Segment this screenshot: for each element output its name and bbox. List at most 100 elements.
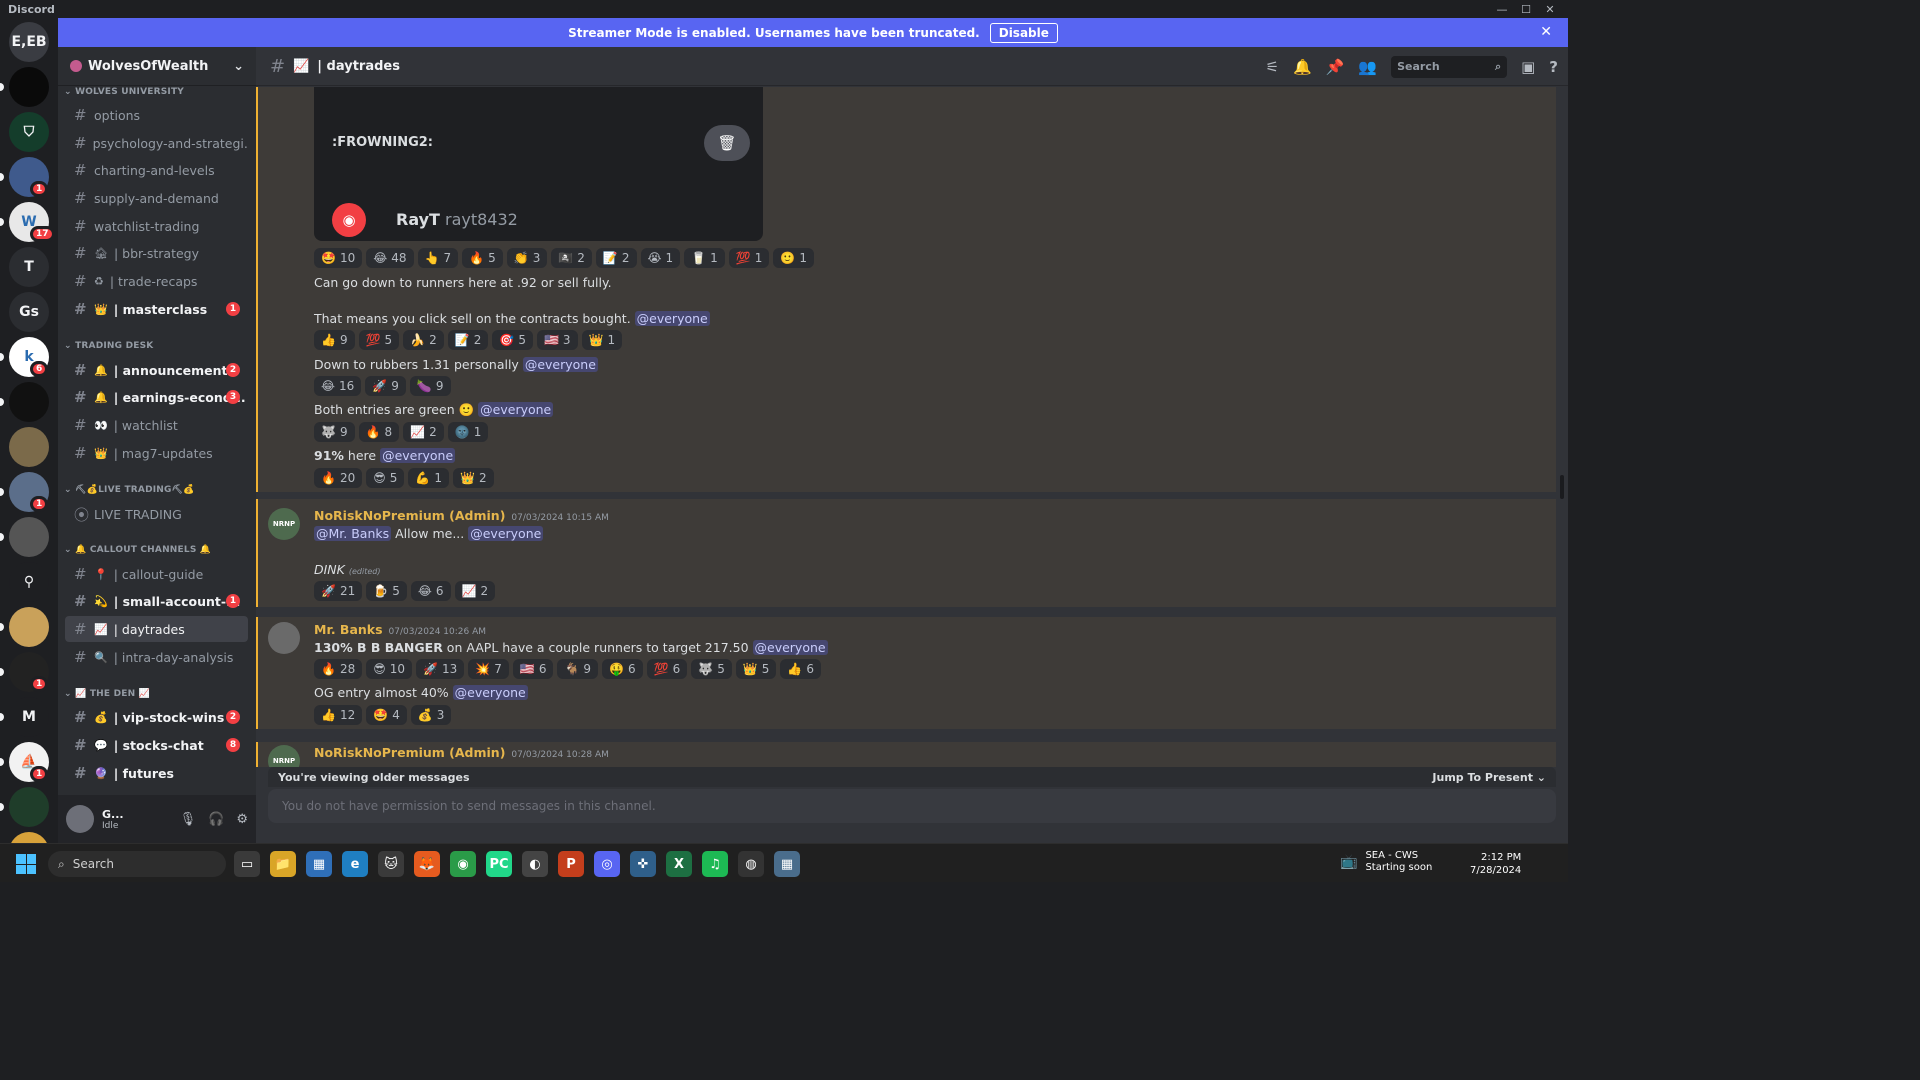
reaction-button[interactable]: 📝 2 — [595, 248, 637, 268]
server-icon[interactable] — [9, 832, 49, 843]
reaction-button[interactable]: 👑 5 — [735, 659, 777, 679]
close-banner-icon[interactable]: ✕ — [1540, 24, 1552, 40]
channel-category[interactable]: ⌄ ⛏💰LIVE TRADING⛏💰 — [58, 485, 256, 495]
taskbar-app-icon[interactable]: ◐ — [522, 851, 548, 877]
minimize-button[interactable]: — — [1490, 0, 1514, 18]
server-icon[interactable]: M — [9, 697, 49, 737]
everyone-mention[interactable]: @everyone — [752, 640, 828, 655]
reaction-button[interactable]: 😎 10 — [366, 659, 413, 679]
reaction-button[interactable]: 🚀 21 — [314, 581, 363, 601]
taskbar-app-icon[interactable]: ◉ — [450, 851, 476, 877]
taskbar-app-icon[interactable]: X — [666, 851, 692, 877]
gear-icon[interactable]: ⚙ — [236, 812, 248, 827]
reaction-button[interactable]: 👍 9 — [314, 330, 355, 350]
reaction-button[interactable]: 😂 16 — [314, 376, 362, 396]
reaction-button[interactable]: 🔥 8 — [358, 422, 400, 442]
reaction-button[interactable]: 💥 7 — [468, 659, 509, 679]
threads-icon[interactable]: ⚟ — [1266, 58, 1279, 76]
channel-category[interactable]: ⌄ WOLVES UNIVERSITY — [58, 87, 256, 97]
channel-futures[interactable]: # 🔮 | futures — [65, 760, 248, 786]
avatar[interactable] — [268, 622, 300, 654]
reaction-button[interactable]: 🎯 5 — [492, 330, 533, 350]
taskbar-app-icon[interactable]: ▦ — [306, 851, 332, 877]
channel-live-trading[interactable]: ⦿ LIVE TRADING — [65, 501, 248, 527]
reaction-button[interactable]: 👍 12 — [314, 705, 363, 725]
help-icon[interactable]: ? — [1549, 58, 1558, 76]
channel-stocks-chat[interactable]: # 💬 | stocks-chat 8 — [65, 732, 248, 758]
everyone-mention[interactable]: @everyone — [452, 685, 528, 700]
trash-icon[interactable]: 🗑 — [704, 125, 750, 161]
server-icon[interactable] — [9, 607, 49, 647]
weather-widget[interactable]: 📺 SEA - CWS Starting soon — [1340, 850, 1432, 874]
start-button[interactable] — [16, 854, 36, 874]
reaction-button[interactable]: 👆 7 — [417, 248, 459, 268]
bell-icon[interactable]: 🔔 — [1293, 58, 1312, 76]
channel-earnings-econo[interactable]: # 🔔 | earnings-econo... 3 — [65, 384, 248, 410]
reaction-button[interactable]: 🚀 9 — [365, 376, 406, 396]
reaction-button[interactable]: 💯 5 — [358, 330, 400, 350]
channel-options[interactable]: # options — [65, 102, 248, 128]
reaction-button[interactable]: 👑 1 — [581, 330, 623, 350]
reaction-button[interactable]: 👍 6 — [780, 659, 822, 679]
reaction-button[interactable]: 🔥 20 — [314, 468, 363, 488]
avatar[interactable] — [66, 805, 94, 833]
taskbar-app-icon[interactable]: 🦊 — [414, 851, 440, 877]
server-icon[interactable] — [9, 787, 49, 827]
everyone-mention[interactable]: @everyone — [522, 357, 598, 372]
reaction-button[interactable]: 🏴‍☠️ 2 — [551, 248, 592, 268]
maximize-button[interactable]: ☐ — [1514, 0, 1538, 18]
members-icon[interactable]: 👥 — [1358, 58, 1377, 76]
reaction-button[interactable]: 📈 2 — [454, 581, 496, 601]
taskbar-app-icon[interactable]: ✜ — [630, 851, 656, 877]
channel-small-account[interactable]: # 💫 | small-account-... 1 — [65, 588, 248, 614]
reaction-button[interactable]: 🤑 6 — [602, 659, 643, 679]
search-input[interactable]: Search ⌕ — [1391, 55, 1508, 78]
close-window-button[interactable]: ✕ — [1538, 0, 1562, 18]
author-name[interactable]: Mr. Banks — [314, 622, 383, 637]
scrollbar[interactable] — [1560, 475, 1564, 499]
channel-watchlist[interactable]: # 👀 | watchlist — [65, 412, 248, 438]
reaction-button[interactable]: 👏 3 — [506, 248, 548, 268]
reaction-button[interactable]: 💯 1 — [728, 248, 770, 268]
channel-callout-guide[interactable]: # 📍 | callout-guide — [65, 561, 248, 587]
author-name[interactable]: NoRiskNoPremium (Admin) — [314, 745, 505, 760]
reaction-button[interactable]: 💰 3 — [410, 705, 452, 725]
taskbar-app-icon[interactable]: ♫ — [702, 851, 728, 877]
reaction-button[interactable]: 🔥 5 — [462, 248, 503, 268]
inbox-icon[interactable]: ▣ — [1521, 58, 1535, 76]
channel-bbr-strategy[interactable]: # 🏚 | bbr-strategy — [65, 240, 248, 266]
reaction-button[interactable]: 🚀 13 — [416, 659, 465, 679]
server-icon[interactable] — [9, 427, 49, 467]
taskbar-app-icon[interactable]: e — [342, 851, 368, 877]
reaction-button[interactable]: 😎 5 — [366, 468, 405, 488]
channel-category[interactable]: ⌄ 🔔 CALLOUT CHANNELS 🔔 — [58, 545, 256, 555]
channel-trade-recaps[interactable]: # ♻ | trade-recaps — [65, 268, 248, 294]
server-icon[interactable]: E,EB — [9, 22, 49, 62]
everyone-mention[interactable]: @everyone — [634, 311, 710, 326]
reaction-button[interactable]: 🍺 5 — [366, 581, 407, 601]
system-clock[interactable]: 2:12 PM 7/28/2024 — [1470, 851, 1521, 877]
server-header[interactable]: WolvesOfWealth ⌄ — [58, 47, 256, 86]
reaction-button[interactable]: 📈 2 — [403, 422, 444, 442]
reaction-button[interactable]: 🤩 4 — [366, 705, 407, 725]
reaction-button[interactable]: 🍌 2 — [403, 330, 444, 350]
headset-icon[interactable]: 🎧 — [208, 812, 224, 827]
chevron-down-icon[interactable]: ⌄ — [233, 59, 244, 74]
channel-charting-and-levels[interactable]: # charting-and-levels — [65, 157, 248, 183]
channel-supply-and-demand[interactable]: # supply-and-demand — [65, 185, 248, 211]
reaction-button[interactable]: 😂 48 — [366, 248, 414, 268]
channel-vip-stock-wins[interactable]: # 💰 | vip-stock-wins 2 — [65, 704, 248, 730]
server-icon[interactable]: ⛉ — [9, 112, 49, 152]
jump-to-present-button[interactable]: Jump To Present ⌄ — [1432, 771, 1546, 784]
reaction-button[interactable]: 🇺🇸 3 — [536, 330, 578, 350]
reaction-button[interactable]: 🐺 9 — [314, 422, 355, 442]
message-input[interactable]: You do not have permission to send messa… — [268, 789, 1556, 823]
disable-streamer-mode-button[interactable]: Disable — [989, 22, 1058, 43]
reaction-button[interactable]: 💯 6 — [646, 659, 688, 679]
reaction-button[interactable]: 🐐 9 — [557, 659, 599, 679]
taskbar-app-icon[interactable]: ▭ — [234, 851, 260, 877]
author-name[interactable]: NoRiskNoPremium (Admin) — [314, 508, 505, 523]
taskbar-app-icon[interactable]: P — [558, 851, 584, 877]
server-icon[interactable]: ⚲ — [9, 562, 49, 602]
channel-category[interactable]: ⌄ TRADING DESK — [58, 341, 256, 351]
